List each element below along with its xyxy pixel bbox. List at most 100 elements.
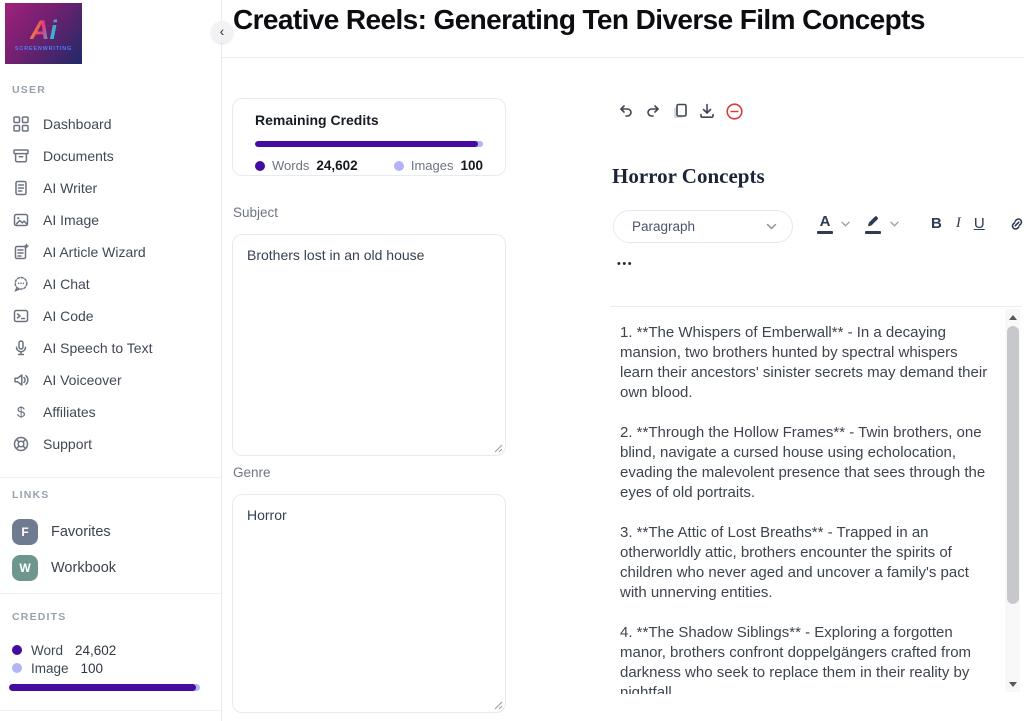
- image-credit-value: 100: [81, 661, 104, 676]
- document-lines-icon: [12, 179, 30, 197]
- undo-button[interactable]: [616, 101, 636, 121]
- undo-icon: [617, 102, 635, 120]
- sidebar-item-ai-article-wizard[interactable]: AI Article Wizard: [0, 236, 221, 268]
- subject-input[interactable]: Brothers lost in an old house: [232, 234, 506, 456]
- remaining-credits-card: Remaining Credits Words 24,602 Images 10…: [232, 98, 506, 176]
- subject-label: Subject: [233, 205, 278, 220]
- underline-button[interactable]: U: [974, 215, 985, 232]
- sidebar-credits-progressbar: [9, 684, 200, 691]
- download-button[interactable]: [697, 101, 717, 121]
- sidebar-item-affiliates[interactable]: $ Affiliates: [0, 396, 221, 428]
- remove-circle-icon: [725, 102, 744, 121]
- sidebar-item-ai-chat[interactable]: AI Chat: [0, 268, 221, 300]
- sidebar-divider: [0, 710, 221, 711]
- link-item-label: Favorites: [51, 524, 111, 540]
- editor-actions-toolbar: [616, 101, 744, 121]
- image-credit-row: Image 100: [0, 659, 221, 677]
- redo-icon: [644, 102, 662, 120]
- copy-button[interactable]: [670, 101, 690, 121]
- more-options-button[interactable]: •••: [615, 256, 635, 272]
- credits-card-progress-fill: [255, 141, 478, 147]
- sidebar-item-label: AI Article Wizard: [43, 244, 146, 260]
- page-title: Creative Reels: Generating Ten Diverse F…: [233, 4, 1013, 36]
- chevron-down-icon[interactable]: [890, 221, 899, 227]
- dollar-icon: $: [12, 404, 30, 421]
- images-label: Images: [411, 158, 454, 173]
- sidebar-item-ai-code[interactable]: AI Code: [0, 300, 221, 332]
- link-item-label: Workbook: [51, 560, 116, 576]
- sidebar-item-workbook[interactable]: W Workbook: [0, 550, 221, 586]
- workbook-badge: W: [12, 555, 38, 581]
- highlighter-icon: [864, 214, 882, 230]
- triangle-down-icon: [1009, 682, 1017, 687]
- highlight-color-bar: [865, 231, 881, 234]
- words-dot: [255, 161, 265, 171]
- documents-icon: [12, 147, 30, 165]
- highlight-color-button[interactable]: [864, 214, 882, 234]
- links-section-label: LINKS: [12, 489, 50, 501]
- sidebar-item-label: Dashboard: [43, 116, 112, 132]
- text-color-bar: [817, 231, 833, 234]
- scroll-down-button[interactable]: [1005, 676, 1020, 692]
- dashboard-icon: [12, 115, 30, 133]
- sidebar-item-support[interactable]: Support: [0, 428, 221, 460]
- sidebar-item-ai-writer[interactable]: AI Writer: [0, 172, 221, 204]
- app-logo[interactable]: Ai SCREENWRITING: [5, 3, 82, 64]
- credits-card-title: Remaining Credits: [255, 112, 483, 128]
- sidebar: Ai SCREENWRITING USER Dashboard Document…: [0, 0, 222, 721]
- sidebar-item-ai-speech-to-text[interactable]: AI Speech to Text: [0, 332, 221, 364]
- paragraph-style-value: Paragraph: [632, 219, 695, 234]
- scrollbar-thumb[interactable]: [1007, 326, 1019, 604]
- sidebar-item-ai-voiceover[interactable]: AI Voiceover: [0, 364, 221, 396]
- document-title: Horror Concepts: [612, 164, 765, 189]
- sidebar-divider: [0, 477, 221, 478]
- sidebar-item-label: AI Image: [43, 212, 99, 228]
- sidebar-item-label: AI Voiceover: [43, 372, 122, 388]
- sidebar-item-favorites[interactable]: F Favorites: [0, 514, 221, 550]
- word-credit-row: Word 24,602: [0, 641, 221, 659]
- sidebar-item-ai-image[interactable]: AI Image: [0, 204, 221, 236]
- text-color-letter: A: [820, 213, 831, 230]
- credits-card-progressbar: [255, 141, 483, 147]
- sidebar-item-label: AI Code: [43, 308, 94, 324]
- editor-content-area[interactable]: 1. **The Whispers of Emberwall** - In a …: [610, 306, 1022, 694]
- scroll-up-button[interactable]: [1005, 309, 1020, 325]
- chevron-down-icon[interactable]: [841, 221, 850, 227]
- sidebar-item-label: Affiliates: [43, 404, 96, 420]
- delete-button[interactable]: [724, 101, 744, 121]
- concept-paragraph: 2. **Through the Hollow Frames** - Twin …: [620, 423, 990, 503]
- triangle-up-icon: [1009, 315, 1017, 320]
- chevron-down-icon: [766, 223, 777, 230]
- sidebar-item-dashboard[interactable]: Dashboard: [0, 108, 221, 140]
- words-value: 24,602: [316, 158, 357, 173]
- speaker-icon: [12, 371, 30, 389]
- lifebuoy-icon: [12, 435, 30, 453]
- sidebar-divider: [0, 593, 221, 594]
- word-credit-dot: [12, 645, 22, 655]
- sidebar-item-label: AI Writer: [43, 180, 97, 196]
- favorites-badge: F: [12, 519, 38, 545]
- redo-button[interactable]: [643, 101, 663, 121]
- user-section-label: USER: [12, 84, 46, 96]
- paragraph-style-select[interactable]: Paragraph: [613, 210, 793, 243]
- bold-button[interactable]: B: [931, 215, 942, 232]
- concept-paragraph: 3. **The Attic of Lost Breaths** - Trapp…: [620, 523, 990, 603]
- words-stat: Words 24,602: [255, 158, 358, 173]
- sidebar-item-documents[interactable]: Documents: [0, 140, 221, 172]
- image-credit-dot: [12, 663, 22, 673]
- text-color-button[interactable]: A: [817, 213, 833, 234]
- image-icon: [12, 211, 30, 229]
- images-stat: Images 100: [394, 158, 483, 173]
- credits-section-label: CREDITS: [12, 611, 67, 623]
- genre-input[interactable]: Horror: [232, 494, 506, 713]
- sidebar-item-label: Documents: [43, 148, 114, 164]
- link-button[interactable]: [1007, 214, 1024, 234]
- italic-button[interactable]: I: [956, 215, 961, 232]
- genre-label: Genre: [233, 465, 271, 480]
- vertical-scrollbar[interactable]: [1005, 309, 1020, 692]
- link-icon: [1008, 215, 1024, 233]
- concept-paragraph: 4. **The Shadow Siblings** - Exploring a…: [620, 623, 990, 694]
- chevron-left-icon: ‹: [220, 23, 225, 39]
- sidebar-collapse-button[interactable]: ‹: [211, 21, 233, 43]
- copy-icon: [671, 102, 689, 120]
